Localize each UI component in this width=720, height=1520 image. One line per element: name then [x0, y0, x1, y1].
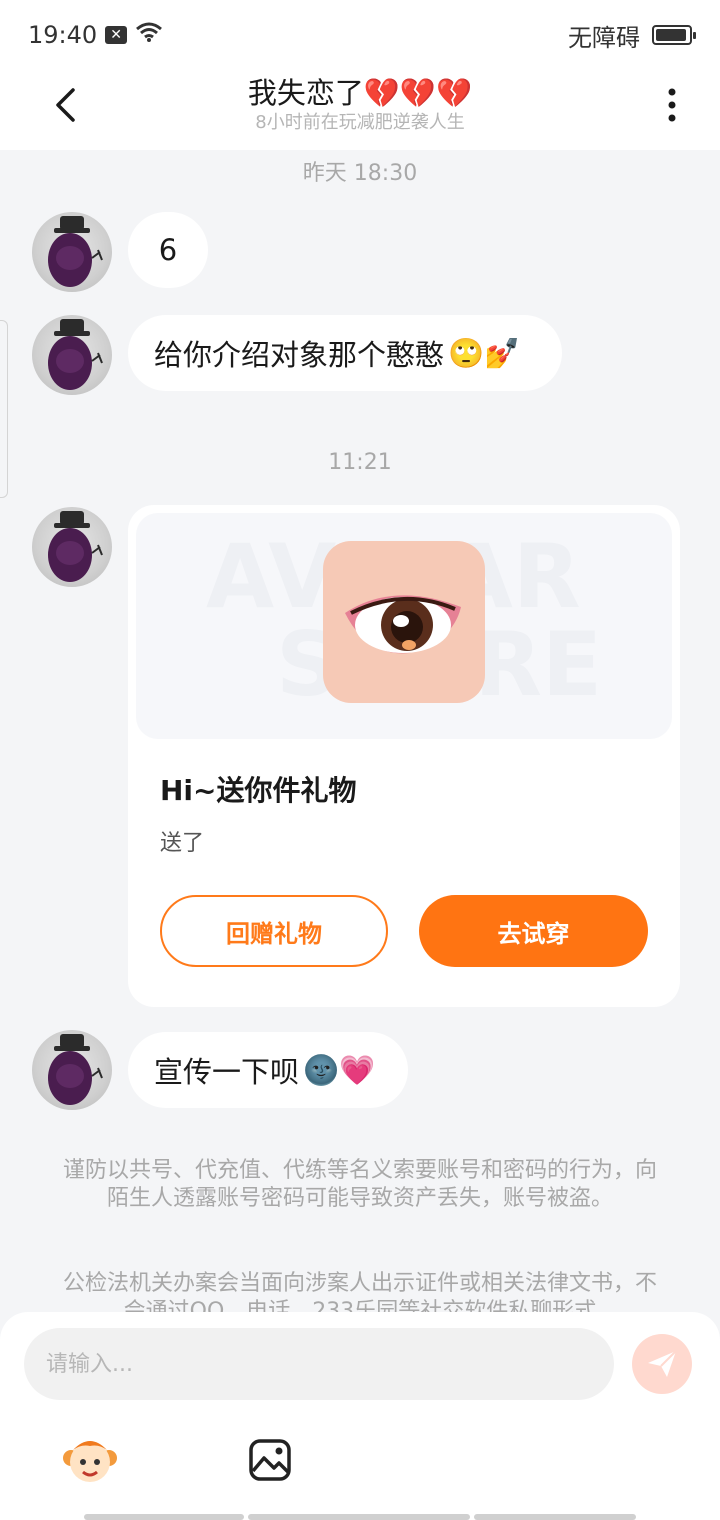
- accessibility-label: 无障碍: [568, 23, 640, 52]
- sticker-button[interactable]: [60, 1430, 120, 1490]
- message-emoji: 🌚💗: [303, 1052, 376, 1087]
- send-icon: [648, 1350, 677, 1377]
- avatar[interactable]: [32, 1030, 112, 1110]
- more-vertical-icon: [668, 88, 676, 122]
- avatar[interactable]: [32, 315, 112, 395]
- image-button[interactable]: [240, 1430, 300, 1490]
- timestamp: 11:21: [328, 450, 392, 475]
- message-text: 给你介绍对象那个憨憨: [154, 338, 445, 372]
- mascot-sticker-icon: [63, 1441, 117, 1482]
- notification-x-icon: ✕: [105, 26, 128, 44]
- message-text: 6: [158, 233, 178, 267]
- gift-item-thumbnail: [323, 541, 485, 703]
- message-bubble[interactable]: 给你介绍对象那个憨憨 🙄💅: [128, 315, 562, 391]
- message-emoji: 🙄💅: [448, 335, 521, 370]
- status-time: 19:40: [28, 21, 98, 49]
- security-notice: 谨防以共号、代充值、代练等名义索要账号和密码的行为，向陌生人透露账号密码可能导致…: [62, 1158, 657, 1211]
- eggplant-avatar-icon: [48, 511, 103, 582]
- message-input[interactable]: [24, 1328, 614, 1400]
- police-notice: 公检法机关办案会当面向涉案人出示证件或相关法律文书，不会通过QQ、电话、233乐…: [62, 1271, 657, 1312]
- message-bubble[interactable]: 宣传一下呗 🌚💗: [128, 1032, 408, 1108]
- send-button[interactable]: [632, 1334, 692, 1394]
- battery-fill: [656, 29, 686, 41]
- gift-title: Hi~送你件礼物: [160, 774, 357, 807]
- chat-header: 我失恋了💔💔💔 8小时前在玩减肥逆袭人生: [0, 70, 720, 150]
- eggplant-avatar-icon: [48, 1034, 103, 1105]
- gift-description: 送了: [160, 831, 205, 856]
- avatar[interactable]: [32, 212, 112, 292]
- status-bar: 19:40 ✕ 无障碍: [0, 0, 720, 70]
- eye-makeup-icon: [345, 595, 461, 654]
- message-text: 宣传一下呗: [154, 1055, 300, 1089]
- gift-preview[interactable]: AVATAR STORE: [136, 513, 672, 739]
- battery-icon: [652, 25, 696, 45]
- wifi-icon: [135, 21, 163, 49]
- timestamp: 昨天 18:30: [302, 161, 418, 186]
- nav-indicator: [474, 1514, 636, 1520]
- input-panel: [0, 1312, 720, 1520]
- eggplant-avatar-icon: [48, 216, 103, 287]
- gift-card[interactable]: AVATAR STORE Hi~送你件礼物 送了 回赠礼物 去试穿: [128, 505, 680, 1007]
- nav-indicator: [84, 1514, 244, 1520]
- chat-title: 我失恋了💔💔💔: [247, 76, 473, 110]
- nav-indicator: [248, 1514, 470, 1520]
- eggplant-avatar-icon: [48, 319, 103, 390]
- message-bubble[interactable]: 6: [128, 212, 208, 288]
- more-options-button[interactable]: [652, 80, 692, 130]
- avatar[interactable]: [32, 507, 112, 587]
- chat-subtitle: 8小时前在玩减肥逆袭人生: [255, 112, 465, 133]
- status-right: 无障碍: [568, 18, 696, 53]
- return-gift-button[interactable]: 回赠礼物: [160, 895, 388, 967]
- status-left: 19:40 ✕: [28, 21, 163, 49]
- try-on-button[interactable]: 去试穿: [419, 895, 648, 967]
- image-icon: [249, 1439, 291, 1481]
